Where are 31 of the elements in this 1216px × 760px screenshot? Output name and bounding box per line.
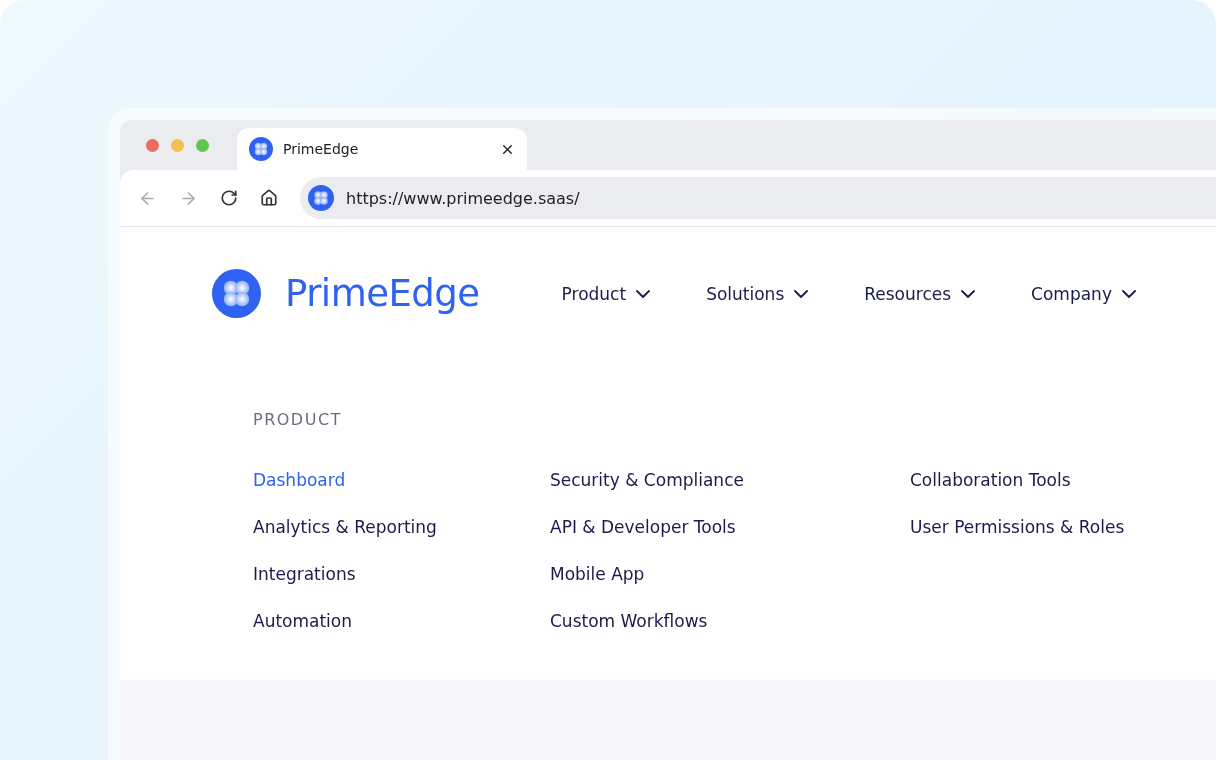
nav-item[interactable]: Solutions	[706, 283, 809, 304]
logo-icon	[212, 269, 261, 318]
nav-item[interactable]: Resources	[864, 283, 976, 304]
favicon-icon	[249, 137, 273, 161]
maximize-window-button[interactable]	[196, 138, 209, 152]
menu-link[interactable]: User Permissions & Roles	[910, 516, 1210, 539]
minimize-window-button[interactable]	[171, 138, 184, 152]
close-window-button[interactable]	[146, 138, 159, 152]
menu-link[interactable]: Automation	[253, 610, 550, 633]
menu-link[interactable]: Security & Compliance	[550, 469, 910, 492]
tab-title: PrimeEdge	[283, 141, 360, 157]
menu-link[interactable]: Integrations	[253, 563, 550, 586]
menu-link[interactable]: Custom Workflows	[550, 610, 910, 633]
menu-link[interactable]: Dashboard	[253, 469, 550, 492]
browser-tab[interactable]: PrimeEdge	[237, 128, 527, 170]
brand-name: PrimeEdge	[285, 272, 480, 315]
reload-icon[interactable]	[220, 189, 238, 207]
menu-link[interactable]: Mobile App	[550, 563, 910, 586]
chevron-down-icon	[961, 289, 976, 298]
chevron-down-icon	[794, 289, 809, 298]
nav-item[interactable]: Company	[1031, 283, 1136, 304]
menu-link[interactable]: Collaboration Tools	[910, 469, 1210, 492]
nav-item[interactable]: Product	[561, 283, 651, 304]
address-bar[interactable]: https://www.primeedge.saas/	[300, 177, 1216, 219]
favicon-icon	[308, 185, 334, 211]
chevron-down-icon	[636, 289, 651, 298]
menu-heading: PRODUCT	[253, 410, 343, 429]
menu-link[interactable]: Analytics & Reporting	[253, 516, 550, 539]
menu-link[interactable]: API & Developer Tools	[550, 516, 910, 539]
home-icon[interactable]	[260, 189, 278, 207]
chevron-down-icon	[1121, 289, 1136, 298]
